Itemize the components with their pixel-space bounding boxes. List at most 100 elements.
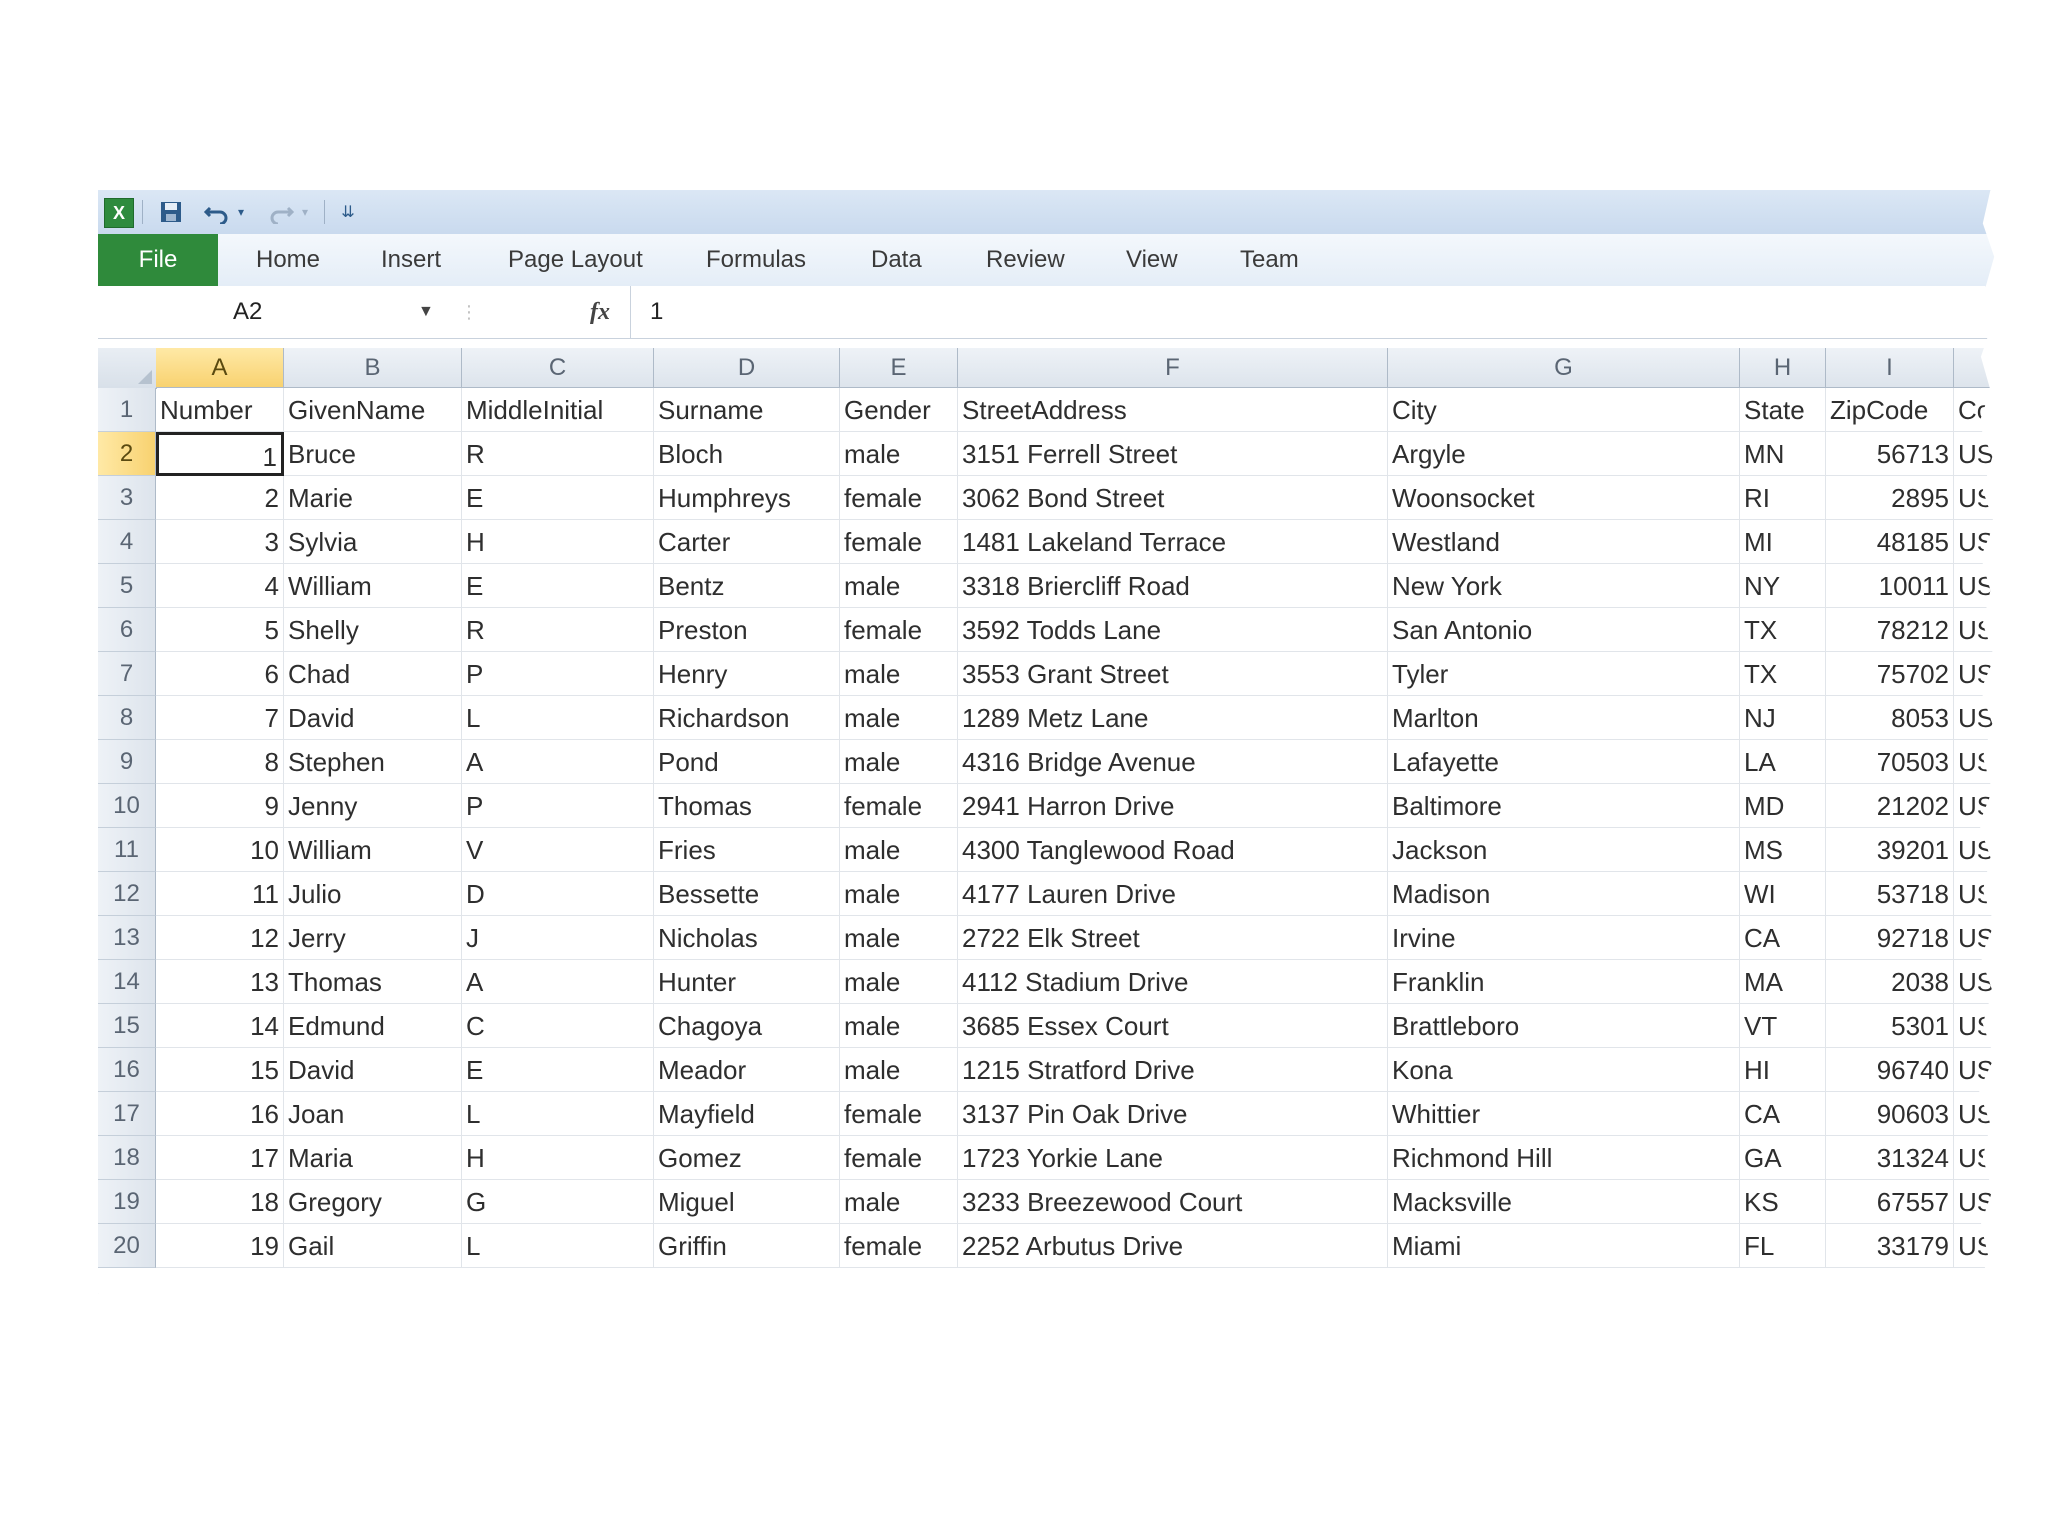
data-cell[interactable]: Gail [284, 1224, 462, 1268]
data-cell[interactable]: Miguel [654, 1180, 840, 1224]
data-cell[interactable]: US [1954, 520, 1995, 564]
data-cell[interactable]: 48185 [1826, 520, 1954, 564]
data-cell[interactable]: Tyler [1388, 652, 1740, 696]
data-cell[interactable]: 56713 [1826, 432, 1954, 476]
data-cell[interactable]: US [1954, 564, 1995, 608]
header-cell[interactable]: MiddleInitial [462, 388, 654, 432]
data-cell[interactable]: 4177 Lauren Drive [958, 872, 1388, 916]
tab-home[interactable]: Home [256, 234, 320, 286]
data-cell[interactable]: CA [1740, 1092, 1826, 1136]
data-cell[interactable]: 5301 [1826, 1004, 1954, 1048]
data-cell[interactable]: H [462, 1136, 654, 1180]
data-cell[interactable]: 3553 Grant Street [958, 652, 1388, 696]
row-header[interactable]: 5 [98, 564, 156, 608]
row-header[interactable]: 20 [98, 1224, 156, 1268]
header-cell[interactable]: Gender [840, 388, 958, 432]
data-cell[interactable]: Macksville [1388, 1180, 1740, 1224]
data-cell[interactable]: 39201 [1826, 828, 1954, 872]
data-cell[interactable]: 10011 [1826, 564, 1954, 608]
data-cell[interactable]: D [462, 872, 654, 916]
data-cell[interactable]: male [840, 960, 958, 1004]
row-header[interactable]: 14 [98, 960, 156, 1004]
data-cell[interactable]: male [840, 916, 958, 960]
data-cell[interactable]: P [462, 784, 654, 828]
data-cell[interactable]: GA [1740, 1136, 1826, 1180]
data-cell[interactable]: 14 [156, 1004, 284, 1048]
tab-page-layout[interactable]: Page Layout [508, 234, 643, 286]
data-cell[interactable]: 2038 [1826, 960, 1954, 1004]
data-cell[interactable]: Jackson [1388, 828, 1740, 872]
tab-file[interactable]: File [98, 234, 218, 286]
data-cell[interactable]: US [1954, 1136, 1995, 1180]
data-cell[interactable]: Julio [284, 872, 462, 916]
header-cell[interactable]: State [1740, 388, 1826, 432]
data-cell[interactable]: 90603 [1826, 1092, 1954, 1136]
data-cell[interactable]: 16 [156, 1092, 284, 1136]
data-cell[interactable]: 8053 [1826, 696, 1954, 740]
data-cell[interactable]: 3137 Pin Oak Drive [958, 1092, 1388, 1136]
tab-review[interactable]: Review [986, 234, 1065, 286]
data-cell[interactable]: 2941 Harron Drive [958, 784, 1388, 828]
data-cell[interactable]: E [462, 564, 654, 608]
data-cell[interactable]: G [462, 1180, 654, 1224]
data-cell[interactable]: 3 [156, 520, 284, 564]
data-cell[interactable]: 18 [156, 1180, 284, 1224]
data-cell[interactable]: male [840, 696, 958, 740]
header-cell[interactable]: ZipCode [1826, 388, 1954, 432]
data-cell[interactable]: 2722 Elk Street [958, 916, 1388, 960]
column-header[interactable]: D [654, 348, 840, 388]
data-cell[interactable]: A [462, 740, 654, 784]
data-cell[interactable]: US [1954, 696, 1995, 740]
data-cell[interactable]: Thomas [284, 960, 462, 1004]
data-cell[interactable]: 33179 [1826, 1224, 1954, 1268]
data-cell[interactable]: 3233 Breezewood Court [958, 1180, 1388, 1224]
data-cell[interactable]: Argyle [1388, 432, 1740, 476]
data-cell[interactable]: 15 [156, 1048, 284, 1092]
data-cell[interactable]: US [1954, 828, 1995, 872]
data-cell[interactable]: Maria [284, 1136, 462, 1180]
row-header[interactable]: 19 [98, 1180, 156, 1224]
data-cell[interactable]: Whittier [1388, 1092, 1740, 1136]
excel-icon[interactable]: X [104, 198, 134, 228]
row-header[interactable]: 13 [98, 916, 156, 960]
data-cell[interactable]: Franklin [1388, 960, 1740, 1004]
data-cell[interactable]: 6 [156, 652, 284, 696]
data-cell[interactable]: NY [1740, 564, 1826, 608]
redo-dropdown-icon[interactable]: ▾ [298, 198, 312, 226]
row-header[interactable]: 6 [98, 608, 156, 652]
data-cell[interactable]: US [1954, 432, 1995, 476]
row-header[interactable]: 17 [98, 1092, 156, 1136]
column-header[interactable]: B [284, 348, 462, 388]
data-cell[interactable]: Stephen [284, 740, 462, 784]
data-cell[interactable]: 9 [156, 784, 284, 828]
data-cell[interactable]: VT [1740, 1004, 1826, 1048]
data-cell[interactable]: TX [1740, 652, 1826, 696]
data-cell[interactable]: US [1954, 960, 1995, 1004]
row-header[interactable]: 7 [98, 652, 156, 696]
data-cell[interactable]: Preston [654, 608, 840, 652]
data-cell[interactable]: 70503 [1826, 740, 1954, 784]
data-cell[interactable]: 2895 [1826, 476, 1954, 520]
data-cell[interactable]: Thomas [654, 784, 840, 828]
data-cell[interactable]: US [1954, 1092, 1995, 1136]
data-cell[interactable]: male [840, 872, 958, 916]
data-cell[interactable]: male [840, 564, 958, 608]
data-cell[interactable]: 10 [156, 828, 284, 872]
tab-formulas[interactable]: Formulas [706, 234, 806, 286]
column-header[interactable]: H [1740, 348, 1826, 388]
name-box[interactable]: A2 ▼ [98, 292, 448, 332]
select-all-corner[interactable] [98, 348, 157, 389]
data-cell[interactable]: Marlton [1388, 696, 1740, 740]
insert-function-icon[interactable]: fx [590, 292, 610, 332]
data-cell[interactable]: 1215 Stratford Drive [958, 1048, 1388, 1092]
data-cell[interactable]: 11 [156, 872, 284, 916]
row-header[interactable]: 3 [98, 476, 156, 520]
data-cell[interactable]: female [840, 476, 958, 520]
data-cell[interactable]: 3151 Ferrell Street [958, 432, 1388, 476]
data-cell[interactable]: female [840, 608, 958, 652]
header-cell[interactable]: GivenName [284, 388, 462, 432]
data-cell[interactable]: MA [1740, 960, 1826, 1004]
data-cell[interactable]: Richmond Hill [1388, 1136, 1740, 1180]
row-header[interactable]: 16 [98, 1048, 156, 1092]
data-cell[interactable]: L [462, 1224, 654, 1268]
